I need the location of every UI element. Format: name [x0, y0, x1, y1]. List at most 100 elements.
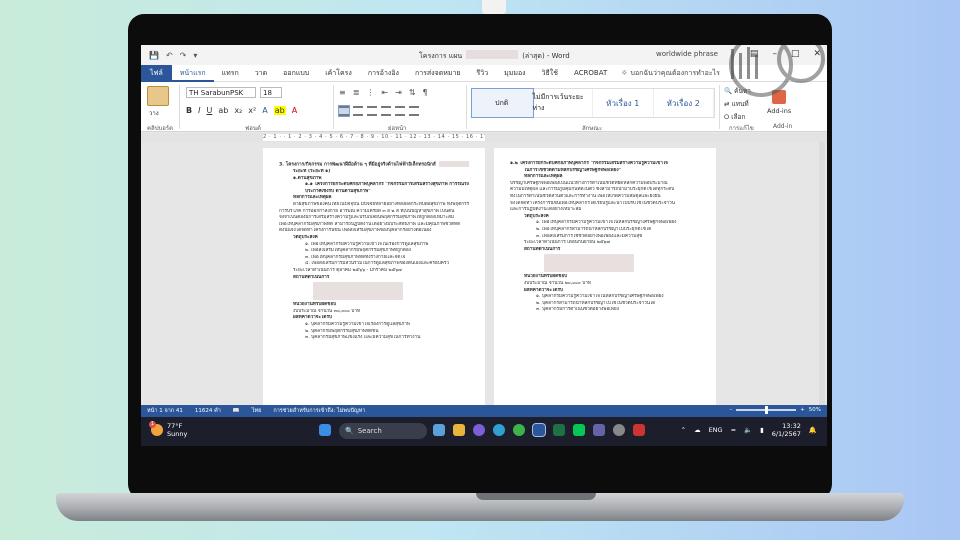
tell-me-search[interactable]: ☼ บอกฉันว่าคุณต้องการทำอะไร	[621, 68, 720, 79]
copilot-icon[interactable]	[473, 424, 485, 436]
select-button[interactable]: ⭘ เลือก	[724, 112, 751, 122]
save-icon[interactable]: 💾	[149, 51, 159, 60]
paste-button[interactable]	[147, 86, 169, 106]
text-effects-icon[interactable]: A	[262, 106, 267, 115]
zoom-out-button[interactable]: –	[729, 407, 732, 413]
tab-6[interactable]: การอ้างอิง	[360, 68, 407, 79]
wifi-icon[interactable]: ≈	[731, 426, 736, 434]
italic-button[interactable]: I	[198, 106, 200, 115]
vertical-scrollbar[interactable]	[819, 142, 825, 405]
document-line: สถานที่ดำเนินการ	[510, 247, 700, 254]
taskbar-search[interactable]: 🔍 Search	[339, 423, 427, 439]
volume-icon[interactable]: 🔈	[744, 426, 752, 434]
line-text: ดังนั้นจึงได้จัดทำโครงการนี้ขึ้น เพื่อส่…	[279, 228, 432, 234]
tab-3[interactable]: วาด	[247, 68, 275, 79]
font-name-select[interactable]: TH SarabunPSK	[186, 87, 256, 98]
page-right[interactable]: ๑.๒ โครงการยกระดับศักยภาพบุคลากร "กิจกรร…	[494, 148, 716, 406]
language[interactable]: ไทย	[252, 407, 262, 415]
addins-icon	[772, 90, 787, 104]
language-indicator[interactable]: ENG	[709, 426, 723, 434]
redacted-block	[313, 282, 403, 301]
tab-11[interactable]: ACROBAT	[566, 69, 615, 77]
highlight-icon[interactable]: ab	[273, 106, 286, 115]
find-button[interactable]: 🔍 ค้นหา	[724, 86, 751, 96]
title-bar: 💾 ↶ ↷ ▾ โครงการ แผน (ล่าสุด) - Word worl…	[141, 45, 827, 65]
show-marks-icon[interactable]: ¶	[423, 88, 428, 97]
decrease-indent-icon[interactable]: ⇤	[381, 88, 388, 97]
tab-1[interactable]: หน้าแรก	[171, 65, 214, 82]
page-count[interactable]: หน้า 1 จาก 41	[147, 407, 183, 415]
strikethrough-button[interactable]: ab	[218, 106, 228, 115]
proofing-icon[interactable]: 📖	[233, 408, 240, 414]
tab-8[interactable]: รีวิว	[469, 68, 497, 79]
tab-9[interactable]: มุมมอง	[496, 68, 533, 79]
style-heading-2[interactable]: หัวเรื่อง 2	[654, 89, 714, 117]
chrome-icon[interactable]	[513, 424, 525, 436]
zoom-in-button[interactable]: +	[800, 407, 805, 413]
tab-0[interactable]: ไฟล์	[141, 64, 172, 82]
file-explorer-icon[interactable]	[453, 424, 465, 436]
font-size-select[interactable]: 18	[260, 87, 282, 98]
clock[interactable]: 13:32 6/1/2567	[772, 422, 801, 438]
bell-icon[interactable]: 🔔	[809, 426, 817, 434]
replace-button[interactable]: ⇄ แทนที่	[724, 99, 751, 109]
tab-2[interactable]: แทรก	[214, 68, 247, 79]
minimize-button[interactable]: –	[772, 49, 777, 59]
multilevel-icon[interactable]: ⋮	[366, 88, 374, 97]
teams-app-icon[interactable]	[593, 424, 605, 436]
subscript-button[interactable]: x₂	[234, 106, 242, 115]
word-count[interactable]: 11624 คำ	[195, 407, 221, 415]
weather-widget[interactable]: 1 77°F Sunny	[149, 421, 187, 438]
tab-10[interactable]: วิธีใช้	[534, 68, 566, 79]
style-no-spacing[interactable]: ไม่มีการเว้นระยะห่าง	[533, 89, 593, 117]
underline-button[interactable]: U	[206, 106, 212, 115]
search-icon: 🔍	[345, 427, 354, 435]
superscript-button[interactable]: x²	[248, 106, 256, 115]
settings-gear-icon[interactable]	[613, 424, 625, 436]
customize-icon[interactable]: ▾	[193, 51, 197, 60]
excel-app-icon[interactable]	[553, 424, 565, 436]
bold-button[interactable]: B	[186, 106, 192, 115]
zoom-slider[interactable]	[736, 406, 797, 414]
undo-icon[interactable]: ↶	[166, 51, 173, 60]
style-normal[interactable]: ปกติ	[471, 88, 534, 118]
ribbon-display-icon[interactable]: ▤	[750, 49, 759, 59]
bullets-icon[interactable]: ≡	[339, 88, 346, 97]
start-icon[interactable]	[319, 424, 331, 436]
tab-4[interactable]: ออกแบบ	[275, 68, 317, 79]
justify-button[interactable]	[381, 106, 391, 116]
editing-group: 🔍 ค้นหา ⇄ แทนที่ ⭘ เลือก	[724, 86, 751, 122]
tab-5[interactable]: เค้าโครง	[317, 68, 360, 79]
acrobat-app-icon[interactable]	[633, 424, 645, 436]
tray-chevron-icon[interactable]: ⌃	[681, 426, 686, 434]
addins-button[interactable]: Add-ins	[767, 90, 791, 115]
line-spacing-button[interactable]	[395, 106, 405, 116]
cloud-icon[interactable]: ☁	[694, 426, 701, 434]
tab-7[interactable]: การส่งจดหมาย	[407, 68, 469, 79]
close-button[interactable]: ✕	[813, 49, 821, 59]
increase-indent-icon[interactable]: ⇥	[395, 88, 402, 97]
document-line: ๓. บุคลากรมีการดำเนินชีวิตอย่างพอเพียง	[510, 307, 700, 314]
document-line: และการปฏิบัติงานได้อย่างเหมาะสม	[510, 207, 700, 214]
font-color-icon[interactable]: A	[292, 106, 297, 115]
zoom-level[interactable]: 50%	[809, 407, 821, 413]
align-left-button[interactable]	[338, 105, 350, 117]
line-app-icon[interactable]	[573, 424, 585, 436]
page-left[interactable]: 3. โครงการ/กิจกรรม การพัฒนาฝีมือด้าน ๆ ท…	[263, 148, 485, 406]
numbering-icon[interactable]: ≣	[353, 88, 360, 97]
word-app-icon[interactable]	[532, 423, 546, 437]
edge-icon[interactable]	[493, 424, 505, 436]
group-label-editing: การแก้ไข	[729, 125, 754, 132]
temperature: 77°F	[167, 422, 183, 430]
widgets-app-icon[interactable]	[433, 424, 445, 436]
accessibility-status[interactable]: การช่วยสำหรับการเข้าถึง: ไม่พบปัญหา	[273, 407, 365, 415]
redo-icon[interactable]: ↷	[180, 51, 187, 60]
style-heading-1[interactable]: หัวเรื่อง 1	[593, 89, 654, 117]
zoom-thumb[interactable]	[764, 406, 768, 414]
align-right-button[interactable]	[367, 106, 377, 116]
battery-icon[interactable]: ▮	[760, 426, 764, 434]
maximize-button[interactable]: □	[791, 49, 800, 59]
sort-icon[interactable]: ⇅	[409, 88, 416, 97]
align-center-button[interactable]	[353, 106, 363, 116]
shading-button[interactable]	[409, 106, 419, 116]
